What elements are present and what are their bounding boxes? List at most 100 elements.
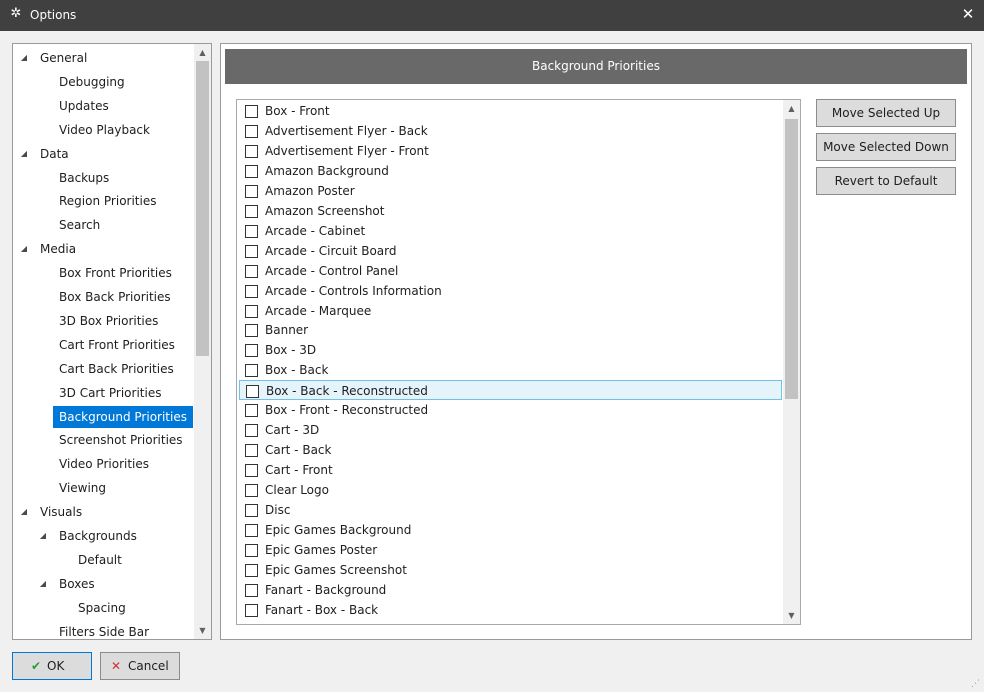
checkbox[interactable]: [245, 144, 258, 158]
list-item[interactable]: Banner: [239, 320, 782, 340]
list-item[interactable]: Box - Front - Reconstructed: [239, 400, 782, 420]
list-item[interactable]: Box - 3D: [239, 340, 782, 360]
checkbox[interactable]: [245, 444, 258, 458]
list-item[interactable]: Arcade - Controls Information: [239, 281, 782, 301]
checkbox[interactable]: [245, 284, 258, 298]
checkbox[interactable]: [245, 264, 258, 278]
tree-item[interactable]: Video Priorities: [53, 453, 155, 475]
list-item[interactable]: Arcade - Circuit Board: [239, 241, 782, 261]
expand-arrow-icon[interactable]: ◢: [38, 573, 48, 595]
list-item[interactable]: Advertisement Flyer - Back: [239, 121, 782, 141]
checkbox[interactable]: [245, 464, 258, 478]
list-item[interactable]: Cart - Front: [239, 460, 782, 480]
list-item-label: Clear Logo: [265, 483, 329, 498]
tree-item[interactable]: Region Priorities: [53, 190, 162, 212]
expand-arrow-icon[interactable]: ◢: [19, 501, 29, 523]
tree-item[interactable]: 3D Box Priorities: [53, 310, 164, 332]
tree-item[interactable]: 3D Cart Priorities: [53, 382, 167, 404]
list-item-label: Box - Front: [265, 104, 330, 118]
list-item[interactable]: Advertisement Flyer - Front: [239, 141, 782, 161]
list-item[interactable]: Cart - 3D: [239, 420, 782, 440]
expand-arrow-icon[interactable]: ◢: [38, 525, 48, 547]
tree-item[interactable]: Box Back Priorities: [53, 286, 177, 308]
tree-item[interactable]: Filters Side Bar: [53, 621, 155, 639]
tree-item[interactable]: Visuals: [34, 501, 88, 523]
list-item[interactable]: Arcade - Marquee: [239, 301, 782, 321]
tree-scrollbar[interactable]: ▲ ▼: [194, 44, 211, 639]
checkbox[interactable]: [245, 603, 258, 617]
tree-item[interactable]: Boxes: [53, 573, 101, 595]
checkbox[interactable]: [245, 304, 258, 318]
checkbox[interactable]: [245, 344, 258, 358]
tree-item[interactable]: Background Priorities: [53, 405, 193, 428]
expand-arrow-icon[interactable]: ◢: [19, 143, 29, 165]
scroll-up-icon[interactable]: ▲: [783, 100, 800, 117]
checkbox[interactable]: [245, 404, 258, 418]
tree-item[interactable]: Search: [53, 214, 106, 236]
list-item[interactable]: Box - Front: [239, 101, 782, 121]
checkbox[interactable]: [245, 124, 258, 138]
list-item[interactable]: Arcade - Control Panel: [239, 261, 782, 281]
list-item[interactable]: Amazon Poster: [239, 181, 782, 201]
checkbox[interactable]: [245, 105, 258, 118]
checkbox[interactable]: [245, 543, 258, 557]
tree-item[interactable]: Debugging: [53, 71, 131, 93]
list-item[interactable]: Fanart - Background: [239, 580, 782, 600]
checkbox[interactable]: [245, 504, 258, 517]
tree-item[interactable]: Backgrounds: [53, 525, 143, 547]
close-icon[interactable]: ✕: [961, 6, 975, 22]
expand-arrow-icon[interactable]: ◢: [19, 238, 29, 260]
list-item[interactable]: Cart - Back: [239, 440, 782, 460]
checkbox[interactable]: [245, 563, 258, 577]
resize-grip-icon[interactable]: ⋰: [971, 679, 981, 689]
checkbox[interactable]: [245, 523, 258, 537]
scroll-up-icon[interactable]: ▲: [194, 44, 211, 61]
checkbox[interactable]: [245, 204, 258, 218]
list-item[interactable]: Amazon Screenshot: [239, 201, 782, 221]
list-item[interactable]: Epic Games Poster: [239, 540, 782, 560]
checkbox[interactable]: [245, 583, 258, 597]
move-selected-up-button[interactable]: Move Selected Up: [816, 99, 956, 127]
list-item[interactable]: Epic Games Screenshot: [239, 560, 782, 580]
move-selected-down-button[interactable]: Move Selected Down: [816, 133, 956, 161]
list-item[interactable]: Amazon Background: [239, 161, 782, 181]
list-scrollbar[interactable]: ▲ ▼: [783, 100, 800, 624]
checkbox[interactable]: [245, 424, 258, 438]
tree-item[interactable]: Backups: [53, 167, 115, 189]
checkbox[interactable]: [245, 164, 258, 178]
tree-item[interactable]: Viewing: [53, 477, 112, 499]
list-item[interactable]: Disc: [239, 500, 782, 520]
checkbox[interactable]: [245, 184, 258, 198]
tree-item[interactable]: Cart Front Priorities: [53, 334, 181, 356]
list-item[interactable]: Box - Back: [239, 360, 782, 380]
tree-item[interactable]: Default: [72, 549, 128, 571]
revert-to-default-button[interactable]: Revert to Default: [816, 167, 956, 195]
tree-item[interactable]: Video Playback: [53, 119, 156, 141]
list-scroll-thumb[interactable]: [785, 119, 798, 399]
tree-item[interactable]: Spacing: [72, 597, 132, 619]
ok-button[interactable]: ✔ OK: [12, 652, 92, 680]
tree-item[interactable]: Box Front Priorities: [53, 262, 178, 284]
tree-item[interactable]: Screenshot Priorities: [53, 429, 189, 451]
tree-item[interactable]: Media: [34, 238, 82, 260]
scroll-down-icon[interactable]: ▼: [194, 622, 211, 639]
list-item[interactable]: Epic Games Background: [239, 520, 782, 540]
list-item[interactable]: Box - Back - Reconstructed: [239, 380, 782, 401]
scroll-down-icon[interactable]: ▼: [783, 607, 800, 624]
list-item[interactable]: Arcade - Cabinet: [239, 221, 782, 241]
checkbox[interactable]: [245, 224, 258, 238]
list-item[interactable]: Fanart - Box - Back: [239, 600, 782, 620]
tree-scroll-thumb[interactable]: [196, 61, 209, 356]
checkbox[interactable]: [245, 364, 258, 378]
list-item[interactable]: Clear Logo: [239, 480, 782, 500]
tree-item[interactable]: Updates: [53, 95, 115, 117]
tree-item[interactable]: Cart Back Priorities: [53, 358, 180, 380]
checkbox[interactable]: [245, 324, 258, 338]
expand-arrow-icon[interactable]: ◢: [19, 47, 29, 69]
checkbox[interactable]: [246, 385, 259, 399]
tree-item[interactable]: Data: [34, 143, 75, 165]
checkbox[interactable]: [245, 244, 258, 258]
checkbox[interactable]: [245, 484, 258, 498]
cancel-button[interactable]: ✕ Cancel: [100, 652, 180, 680]
tree-item[interactable]: General: [34, 47, 93, 69]
